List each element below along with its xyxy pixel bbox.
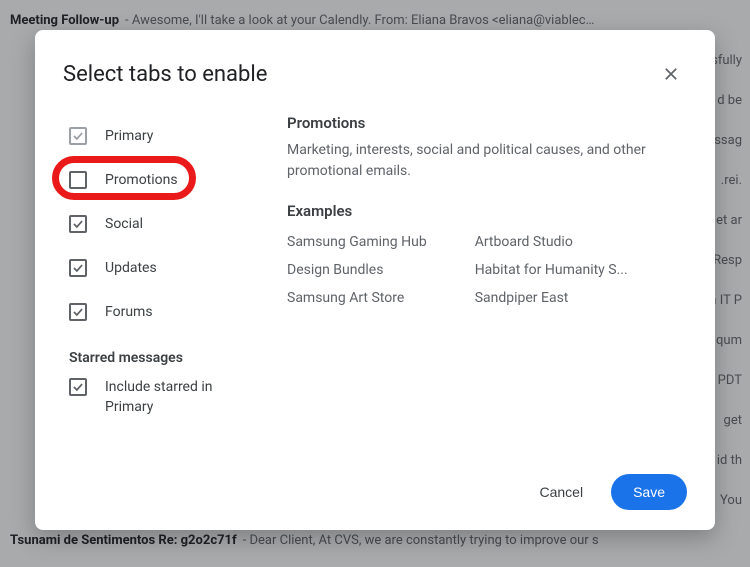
include-starred-label: Include starred in Primary (105, 378, 245, 417)
detail-description: Marketing, interests, social and politic… (287, 140, 687, 182)
tab-label: Promotions (105, 172, 178, 188)
save-button[interactable]: Save (611, 474, 687, 510)
close-button[interactable] (655, 58, 687, 90)
tab-label: Social (105, 216, 143, 232)
tab-option-primary[interactable]: Primary (63, 114, 263, 158)
select-tabs-dialog: Select tabs to enable Primary Promotions… (35, 30, 715, 530)
cancel-button[interactable]: Cancel (523, 474, 599, 510)
include-starred-option[interactable]: Include starred in Primary (63, 372, 263, 417)
checkbox-social[interactable] (69, 215, 87, 233)
detail-heading: Promotions (287, 114, 687, 132)
tab-option-social[interactable]: Social (63, 202, 263, 246)
tabs-list: Primary Promotions Social Updates Forums… (63, 114, 263, 466)
examples-list: Samsung Gaming Hub Design Bundles Samsun… (287, 228, 687, 312)
tab-detail-panel: Promotions Marketing, interests, social … (287, 114, 687, 466)
close-icon (662, 65, 680, 83)
checkbox-promotions[interactable] (69, 171, 87, 189)
tab-option-updates[interactable]: Updates (63, 246, 263, 290)
example-sender: Habitat for Humanity S... (475, 256, 628, 284)
starred-section-label: Starred messages (63, 350, 263, 366)
tab-label: Forums (105, 304, 153, 320)
examples-heading: Examples (287, 202, 687, 220)
dialog-title: Select tabs to enable (63, 62, 267, 87)
tab-option-forums[interactable]: Forums (63, 290, 263, 334)
example-sender: Design Bundles (287, 256, 427, 284)
checkbox-primary[interactable] (69, 127, 87, 145)
tab-label: Primary (105, 128, 153, 144)
tab-label: Updates (105, 260, 157, 276)
example-sender: Sandpiper East (475, 284, 628, 312)
checkbox-updates[interactable] (69, 259, 87, 277)
tab-option-promotions[interactable]: Promotions (63, 158, 263, 202)
checkbox-forums[interactable] (69, 303, 87, 321)
checkbox-include-starred[interactable] (69, 378, 87, 396)
example-sender: Samsung Art Store (287, 284, 427, 312)
example-sender: Artboard Studio (475, 228, 628, 256)
example-sender: Samsung Gaming Hub (287, 228, 427, 256)
